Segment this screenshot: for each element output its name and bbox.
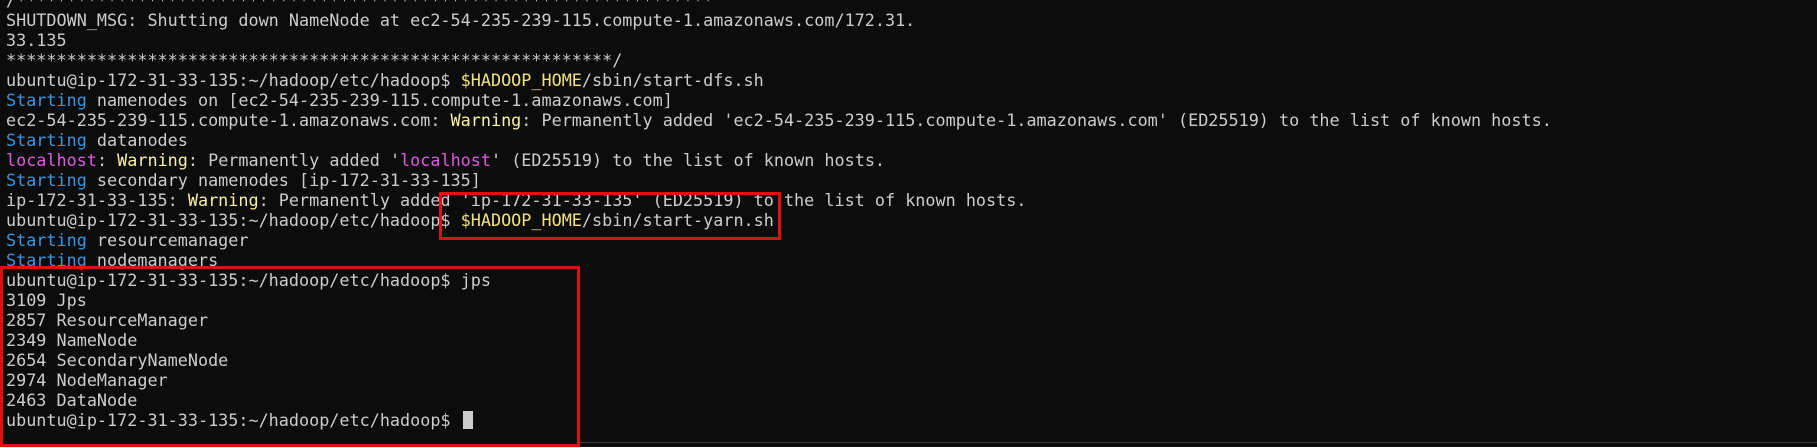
terminal-line: ip-172-31-33-135: Warning: Permanently a… bbox=[6, 190, 1817, 210]
terminal-line: ec2-54-235-239-115.compute-1.amazonaws.c… bbox=[6, 110, 1817, 130]
terminal-text: 3109 Jps bbox=[6, 290, 87, 310]
terminal-line: Starting datanodes bbox=[6, 130, 1817, 150]
terminal-text: $HADOOP_HOME bbox=[460, 70, 582, 90]
terminal-line: 2857 ResourceManager bbox=[6, 310, 1817, 330]
terminal-text: 2463 DataNode bbox=[6, 390, 138, 410]
terminal-line: ubuntu@ip-172-31-33-135:~/hadoop/etc/had… bbox=[6, 270, 1817, 290]
terminal-text: nodemanagers bbox=[86, 250, 219, 270]
text-cursor bbox=[462, 411, 473, 429]
terminal-line: Starting resourcemanager bbox=[6, 230, 1817, 250]
terminal-line: /***************************************… bbox=[6, 0, 1817, 10]
terminal-text: Warning bbox=[187, 190, 259, 210]
terminal-text: /***************************************… bbox=[6, 0, 714, 10]
terminal-output[interactable]: /***************************************… bbox=[6, 0, 1817, 430]
terminal-line: localhost: Warning: Permanently added 'l… bbox=[6, 150, 1817, 170]
terminal-line: ubuntu@ip-172-31-33-135:~/hadoop/etc/had… bbox=[6, 210, 1817, 230]
terminal-text: Starting bbox=[6, 250, 87, 270]
terminal-text: : bbox=[96, 150, 118, 170]
terminal-line: 3109 Jps bbox=[6, 290, 1817, 310]
terminal-text: Starting bbox=[6, 230, 87, 250]
terminal-line: 2349 NameNode bbox=[6, 330, 1817, 350]
terminal-text: ubuntu@ip-172-31-33-135:~/hadoop/etc/had… bbox=[6, 70, 461, 90]
terminal-text: Starting bbox=[6, 170, 87, 190]
terminal-text: SHUTDOWN_MSG: Shutting down NameNode at … bbox=[6, 10, 916, 30]
terminal-text: ubuntu@ip-172-31-33-135:~/hadoop/etc/had… bbox=[6, 210, 461, 230]
terminal-text: resourcemanager bbox=[86, 230, 249, 250]
terminal-text: : Permanently added ' bbox=[187, 150, 401, 170]
terminal-text: ****************************************… bbox=[6, 50, 623, 70]
terminal-line: ubuntu@ip-172-31-33-135:~/hadoop/etc/had… bbox=[6, 410, 1817, 430]
terminal-text: Warning bbox=[450, 110, 522, 130]
terminal-text: /sbin/start-dfs.sh bbox=[581, 70, 764, 90]
terminal-line: Starting namenodes on [ec2-54-235-239-11… bbox=[6, 90, 1817, 110]
terminal-text: 2857 ResourceManager bbox=[6, 310, 209, 330]
terminal-text: localhost bbox=[400, 150, 491, 170]
terminal-text: 2654 SecondaryNameNode bbox=[6, 350, 229, 370]
terminal-text: Starting bbox=[6, 130, 87, 150]
terminal-text: 2349 NameNode bbox=[6, 330, 138, 350]
terminal-text: /sbin/start-yarn.sh bbox=[581, 210, 774, 230]
terminal-text: ec2-54-235-239-115.compute-1.amazonaws.c… bbox=[6, 110, 451, 130]
terminal-line: ****************************************… bbox=[6, 50, 1817, 70]
terminal-text: ' (ED25519) to the list of known hosts. bbox=[491, 150, 886, 170]
terminal-text: secondary namenodes [ip-172-31-33-135] bbox=[86, 170, 481, 190]
terminal-text: $HADOOP_HOME bbox=[460, 210, 582, 230]
terminal-text: Starting bbox=[6, 90, 87, 110]
terminal-text: 33.135 bbox=[6, 30, 67, 50]
terminal-text: : Permanently added 'ip-172-31-33-135' (… bbox=[258, 190, 1027, 210]
terminal-text: ubuntu@ip-172-31-33-135:~/hadoop/etc/had… bbox=[6, 270, 491, 290]
terminal-line: 2463 DataNode bbox=[6, 390, 1817, 410]
terminal-line: 2974 NodeManager bbox=[6, 370, 1817, 390]
terminal-line: Starting nodemanagers bbox=[6, 250, 1817, 270]
terminal-text: namenodes on [ec2-54-235-239-115.compute… bbox=[86, 90, 673, 110]
terminal-line: 33.135 bbox=[6, 30, 1817, 50]
terminal-line: 2654 SecondaryNameNode bbox=[6, 350, 1817, 370]
terminal-line: Starting secondary namenodes [ip-172-31-… bbox=[6, 170, 1817, 190]
divider bbox=[580, 442, 1817, 443]
terminal-line: ubuntu@ip-172-31-33-135:~/hadoop/etc/had… bbox=[6, 70, 1817, 90]
terminal-text: ip-172-31-33-135: bbox=[6, 190, 188, 210]
terminal-text: ubuntu@ip-172-31-33-135:~/hadoop/etc/had… bbox=[6, 410, 461, 430]
terminal-text: datanodes bbox=[86, 130, 188, 150]
terminal-line: SHUTDOWN_MSG: Shutting down NameNode at … bbox=[6, 10, 1817, 30]
terminal-text: : Permanently added 'ec2-54-235-239-115.… bbox=[521, 110, 1552, 130]
terminal-text: 2974 NodeManager bbox=[6, 370, 168, 390]
terminal-text: Warning bbox=[117, 150, 188, 170]
terminal-text: localhost bbox=[6, 150, 97, 170]
